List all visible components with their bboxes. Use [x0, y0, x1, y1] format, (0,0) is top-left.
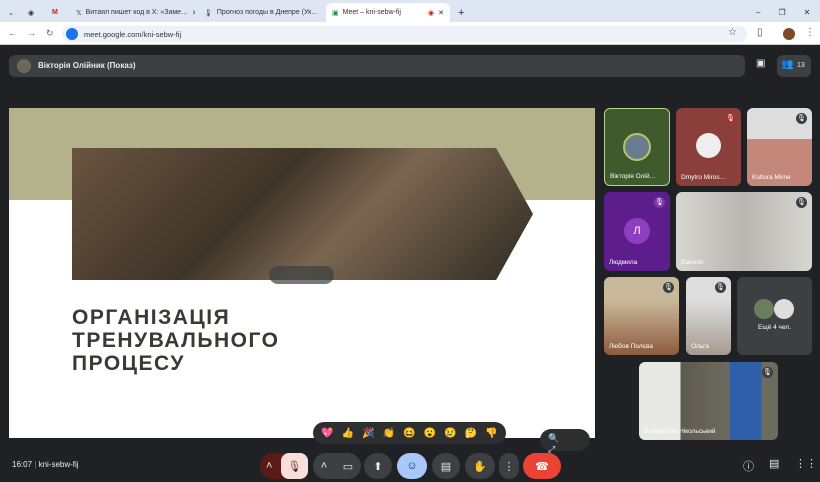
- more-icon: ⋮: [503, 460, 515, 473]
- apps-icon[interactable]: ⋮⋮: [795, 457, 817, 470]
- browser-tab[interactable]: 🌡Прогноз погоды в Днепре (Ук…✕: [198, 3, 323, 22]
- slide-photo: [72, 148, 533, 280]
- meet-icon: ▣: [332, 9, 339, 17]
- captions-icon: ▤: [440, 460, 452, 473]
- more-participants-tile[interactable]: Ещё 4 чел.: [737, 277, 812, 355]
- participant-tile[interactable]: 🎙 Любов Полєва: [604, 277, 679, 355]
- present-icon: ⬆: [373, 460, 383, 473]
- participant-tile[interactable]: 🎙 Євгенія: [676, 192, 812, 271]
- reaction-sad[interactable]: 😢: [444, 428, 456, 439]
- tab-search-button[interactable]: ⌄: [2, 3, 20, 22]
- more-options-button[interactable]: ⋮: [499, 453, 519, 479]
- participant-tile[interactable]: 🎙 Л Людмила: [604, 192, 670, 271]
- info-icon[interactable]: ⓘ: [743, 458, 754, 474]
- profile-avatar[interactable]: [783, 28, 795, 40]
- avatar: [754, 299, 774, 319]
- chat-icon[interactable]: ▤: [769, 457, 779, 470]
- reactions-bar: 💖 👍 🎉 👏 😆 😮 😢 🤔 👎: [313, 422, 506, 444]
- browser-tab-active[interactable]: ▣ Meet – kni-sebw-fij ◉ ✕: [326, 3, 450, 22]
- avatar: Л: [624, 218, 650, 244]
- participant-tile[interactable]: Вікторія Олій…: [604, 108, 670, 186]
- participant-tile[interactable]: 🎙 Владислав Нікольський: [639, 362, 778, 440]
- hand-icon: ✋: [473, 460, 487, 473]
- close-window-icon[interactable]: ✕: [804, 8, 811, 17]
- thermometer-icon: 🌡: [204, 9, 213, 17]
- meeting-info: 16:07 | kni-sebw-fij: [12, 460, 79, 469]
- raise-hand-button[interactable]: ✋: [465, 453, 495, 479]
- camera-icon: ▭: [342, 460, 354, 473]
- reaction-surprised[interactable]: 😮: [424, 428, 436, 439]
- avatar: [623, 133, 651, 161]
- recording-icon: ◉: [428, 9, 435, 17]
- mic-off-icon: 🎙: [715, 282, 726, 293]
- browser-tab[interactable]: 𝕏 Витаял пишет код в Х: «Заме… ✕: [70, 3, 195, 22]
- layout-icon[interactable]: ▣: [756, 58, 765, 69]
- zoom-in-icon[interactable]: 🔍: [548, 433, 571, 443]
- chevron-up-icon[interactable]: ˄: [321, 460, 327, 472]
- camera-button[interactable]: ˄ ▭: [313, 453, 361, 479]
- reaction-laugh[interactable]: 😆: [403, 428, 415, 439]
- participant-tile[interactable]: 🎙 Dmytro Miros…: [676, 108, 741, 186]
- nav-buttons[interactable]: ←→↻: [8, 28, 64, 39]
- captions-button[interactable]: ▤: [432, 453, 460, 479]
- menu-icon[interactable]: ⋮: [805, 27, 815, 38]
- emoji-button[interactable]: ☺: [397, 453, 427, 479]
- participant-tile[interactable]: 🎙 Ольга: [686, 277, 731, 355]
- phone-hangup-icon: ☎: [535, 460, 549, 473]
- mic-off-icon: 🎙: [725, 113, 736, 124]
- reaction-party[interactable]: 🎉: [362, 428, 374, 439]
- reaction-thumbs-down[interactable]: 👎: [485, 428, 497, 439]
- slide-controls[interactable]: [269, 266, 334, 284]
- reaction-thinking[interactable]: 🤔: [465, 428, 477, 439]
- emoji-icon: ☺: [406, 460, 418, 472]
- window-controls[interactable]: – ❐ ✕: [750, 3, 816, 22]
- reaction-thumbs-up[interactable]: 👍: [342, 428, 354, 439]
- avatar: [774, 299, 794, 319]
- present-button[interactable]: ⬆: [364, 453, 392, 479]
- presenter-bar: Вікторія Олійник (Показ): [9, 55, 745, 77]
- mic-off-icon: 🎙: [796, 197, 807, 208]
- slide-title: ОРГАНІЗАЦІЯ ТРЕНУВАЛЬНОГО ПРОЦЕСУ: [72, 306, 280, 375]
- pinned-tab[interactable]: ◉: [22, 3, 40, 22]
- presentation-slide: ОРГАНІЗАЦІЯ ТРЕНУВАЛЬНОГО ПРОЦЕСУ: [9, 108, 595, 438]
- leave-call-button[interactable]: ☎: [523, 453, 561, 479]
- mic-off-icon: 🎙: [663, 282, 674, 293]
- slide-zoom-controls[interactable]: 🔍⤢: [540, 429, 590, 454]
- participants-button[interactable]: 👥 13: [777, 55, 811, 77]
- bookmark-star-icon[interactable]: ☆: [728, 27, 737, 38]
- mic-off-icon: 🎙: [762, 367, 773, 378]
- mic-off-icon: 🎙: [287, 460, 302, 473]
- url-input[interactable]: meet.google.com/kni-sebw-fij: [62, 26, 747, 42]
- new-tab-button[interactable]: +: [452, 3, 470, 22]
- x-icon: 𝕏: [76, 9, 82, 17]
- presenter-avatar: [17, 59, 31, 73]
- extensions-icon[interactable]: ▯: [757, 27, 763, 38]
- participant-tile[interactable]: 🎙 Kultura Mirne: [747, 108, 812, 186]
- mic-off-icon: 🎙: [654, 197, 665, 208]
- gmail-tab[interactable]: M: [46, 3, 64, 22]
- close-icon[interactable]: ✕: [322, 9, 323, 17]
- people-icon: 👥: [781, 59, 794, 70]
- reaction-heart[interactable]: 💖: [321, 428, 333, 439]
- mic-off-button[interactable]: 🎙: [281, 453, 308, 479]
- restore-icon[interactable]: ❐: [778, 8, 785, 17]
- mic-off-icon: 🎙: [796, 113, 807, 124]
- avatar: [696, 133, 721, 158]
- tab-strip: ⌄ ◉ M 𝕏 Витаял пишет код в Х: «Заме… ✕ 🌡 Пр…: [0, 0, 820, 22]
- close-icon[interactable]: ✕: [438, 9, 444, 17]
- close-icon[interactable]: ✕: [192, 9, 195, 17]
- reaction-clap[interactable]: 👏: [383, 428, 395, 439]
- minimize-icon[interactable]: –: [756, 8, 760, 17]
